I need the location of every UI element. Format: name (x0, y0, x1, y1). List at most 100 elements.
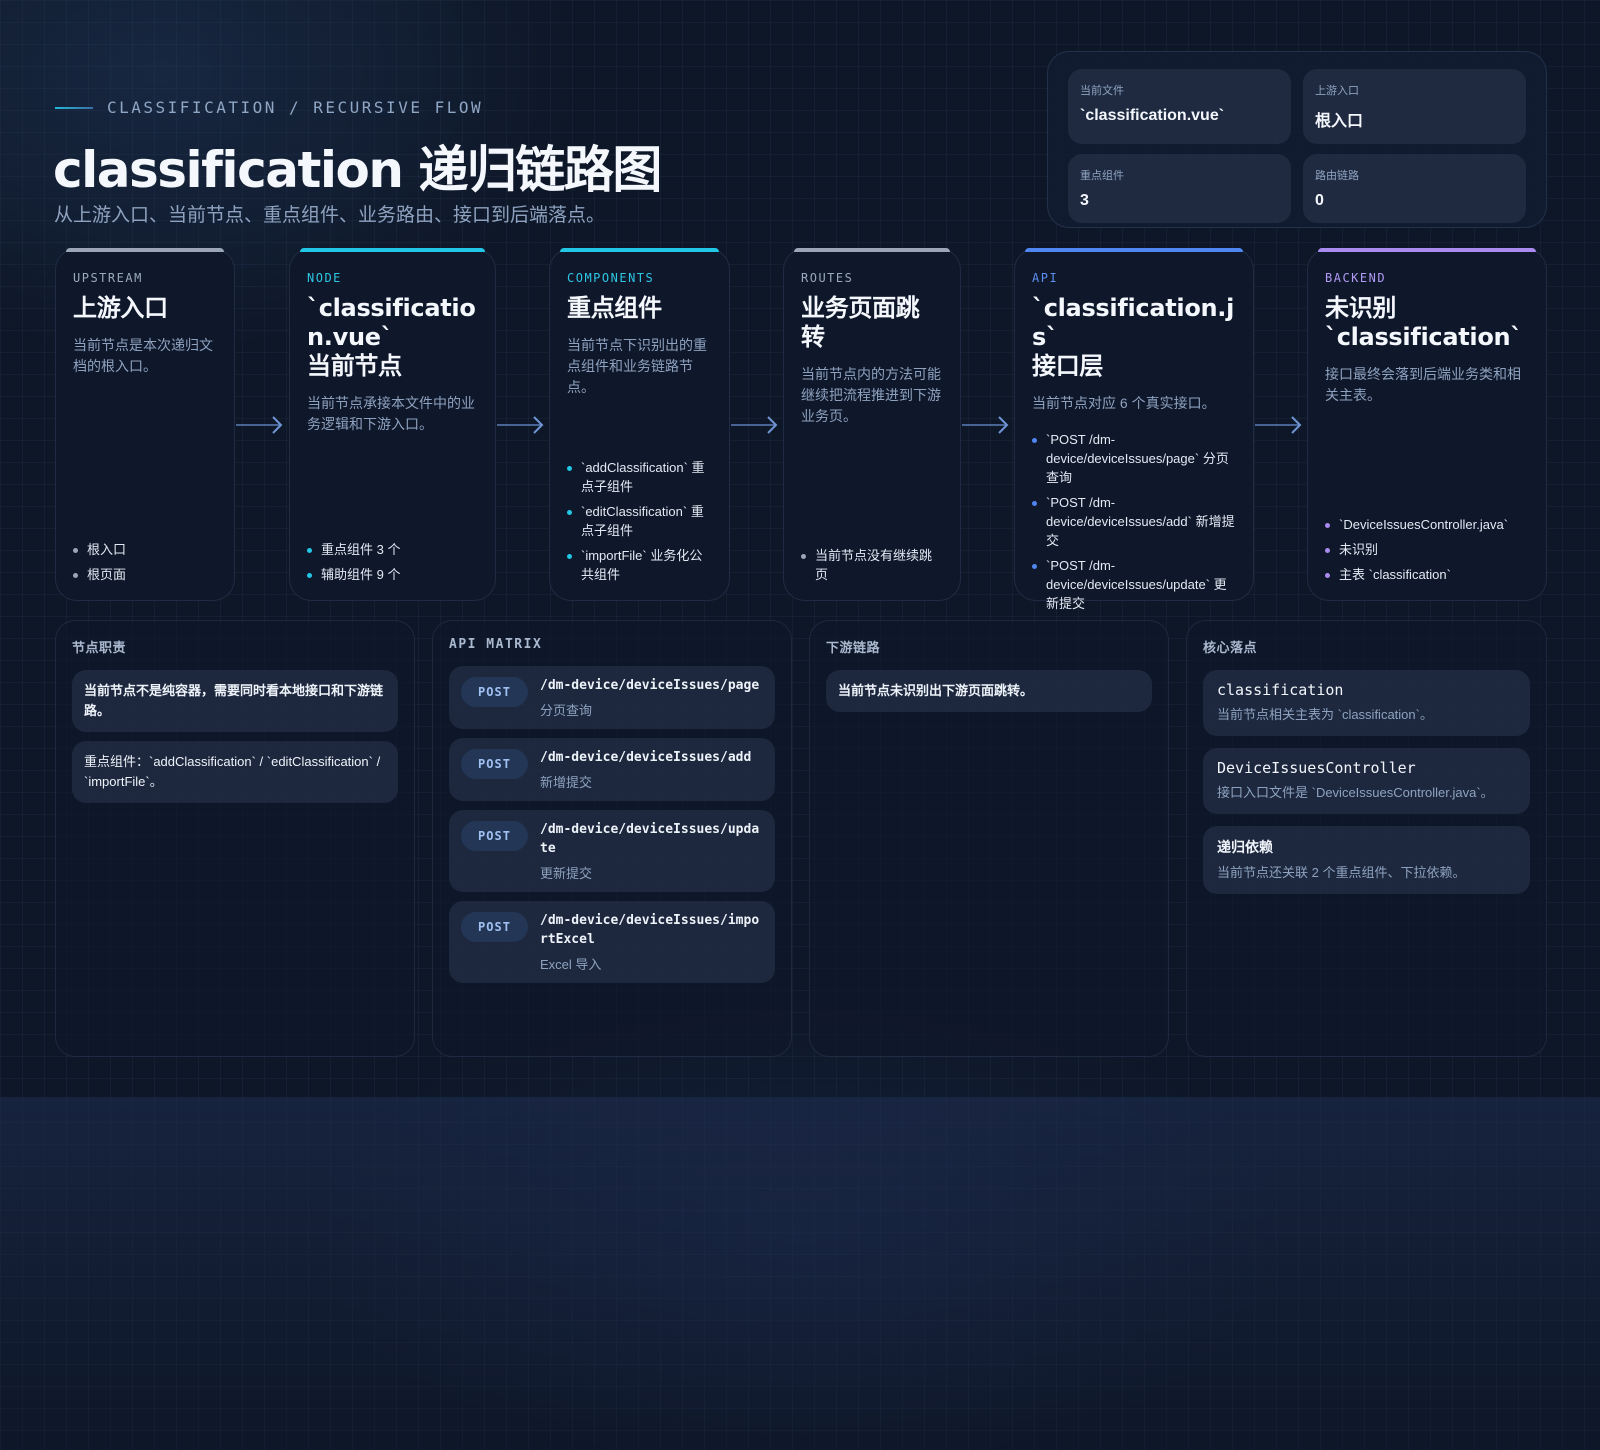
list-item: `addClassification` 重点子组件 (567, 458, 712, 496)
card-title: 重点组件 (567, 294, 662, 322)
api-desc: 分页查询 (540, 703, 593, 718)
api-row[interactable]: POST /dm-device/deviceIssues/add 新增提交 (449, 738, 775, 801)
stat-label: 当前文件 (1080, 85, 1124, 97)
stat-value: 根入口 (1315, 113, 1364, 130)
stat-value: `classification.vue` (1080, 107, 1225, 124)
card-title-line: 当前节点 (307, 352, 402, 380)
card-tag: API (1032, 271, 1059, 285)
card-title-line: 未识别 (1325, 294, 1397, 322)
method-badge: POST (461, 749, 528, 779)
api-path: /dm-device/deviceIssues/importExcel (540, 913, 760, 947)
card-title-line: `classification.vue` (307, 294, 476, 351)
card-desc: 接口最终会落到后端业务类和相关主表。 (1325, 366, 1521, 403)
list-item: 根页面 (73, 565, 217, 584)
core-desc: 当前节点还关联 2 个重点组件、下拉依赖。 (1217, 865, 1466, 880)
flow-arrow-icon (497, 415, 545, 435)
flow-arrow-icon (1255, 415, 1303, 435)
card-tag: ROUTES (801, 271, 854, 285)
note-item: 重点组件：`addClassification` / `editClassifi… (72, 741, 398, 803)
card-bullet-list: `DeviceIssuesController.java` 未识别 主表 `cl… (1325, 509, 1529, 584)
flow-card-upstream: UPSTREAM 上游入口 当前节点是本次递归文档的根入口。 根入口 根页面 (55, 248, 235, 601)
api-row[interactable]: POST /dm-device/deviceIssues/update 更新提交 (449, 810, 775, 892)
card-desc: 当前节点内的方法可能继续把流程推进到下游业务页。 (801, 366, 941, 424)
card-bullet-list: 根入口 根页面 (73, 534, 217, 584)
panel-title: 下游链路 (826, 640, 881, 655)
api-info: /dm-device/deviceIssues/page 分页查询 (540, 676, 759, 719)
core-item: classification 当前节点相关主表为 `classification… (1203, 670, 1530, 736)
stat-routes: 路由链路 0 (1303, 154, 1526, 223)
card-tag: UPSTREAM (73, 271, 143, 285)
flow-card-routes: ROUTES 业务页面跳转 当前节点内的方法可能继续把流程推进到下游业务页。 当… (783, 248, 961, 601)
list-item: 根入口 (73, 540, 217, 559)
list-item: 辅助组件 9 个 (307, 565, 478, 584)
core-name: classification (1217, 681, 1344, 699)
method-badge: POST (461, 912, 528, 942)
card-bullet-list: `addClassification` 重点子组件 `editClassific… (567, 452, 712, 584)
page-root: CLASSIFICATION / RECURSIVE FLOW classifi… (0, 0, 1600, 1450)
core-desc: 接口入口文件是 `DeviceIssuesController.java`。 (1217, 785, 1494, 800)
list-item: `editClassification` 重点子组件 (567, 502, 712, 540)
card-tag: BACKEND (1325, 271, 1387, 285)
api-row[interactable]: POST /dm-device/deviceIssues/page 分页查询 (449, 666, 775, 729)
card-desc: 当前节点下识别出的重点组件和业务链路节点。 (567, 337, 707, 395)
panel-node-duties: 节点职责 当前节点不是纯容器，需要同时看本地接口和下游链路。 重点组件：`add… (55, 620, 415, 1057)
stat-label: 路由链路 (1315, 170, 1359, 182)
note-item: 当前节点不是纯容器，需要同时看本地接口和下游链路。 (72, 670, 398, 732)
card-title-line: `classification` (1325, 323, 1523, 351)
page-title: classification 递归链路图 (53, 141, 662, 199)
note-item: 当前节点未识别出下游页面跳转。 (826, 670, 1152, 712)
eyebrow-line (55, 106, 93, 109)
page-subtitle: 从上游入口、当前节点、重点组件、业务路由、接口到后端落点。 (54, 205, 606, 226)
list-item: `POST /dm-device/deviceIssues/add` 新增提交 (1032, 493, 1236, 550)
eyebrow: CLASSIFICATION / RECURSIVE FLOW (55, 98, 483, 117)
api-desc: Excel 导入 (540, 957, 602, 972)
card-tag: COMPONENTS (567, 271, 655, 285)
flow-arrow-icon (731, 415, 779, 435)
card-title-line: `classification.js` (1032, 294, 1235, 351)
flow-arrow-icon (962, 415, 1010, 435)
card-title: `classification.vue` 当前节点 (307, 294, 478, 381)
panel-downstream: 下游链路 当前节点未识别出下游页面跳转。 (809, 620, 1169, 1057)
card-desc: 当前节点是本次递归文档的根入口。 (73, 337, 213, 374)
flow-card-node: NODE `classification.vue` 当前节点 当前节点承接本文件… (289, 248, 496, 601)
api-path: /dm-device/deviceIssues/update (540, 822, 760, 856)
stat-label: 重点组件 (1080, 170, 1124, 182)
api-desc: 新增提交 (540, 775, 593, 790)
api-desc: 更新提交 (540, 866, 593, 881)
card-title: `classification.js` 接口层 (1032, 294, 1236, 381)
card-bullet-list: `POST /dm-device/deviceIssues/page` 分页查询… (1032, 424, 1236, 613)
api-row[interactable]: POST /dm-device/deviceIssues/importExcel… (449, 901, 775, 983)
list-item: 主表 `classification` (1325, 565, 1529, 584)
panel-core: 核心落点 classification 当前节点相关主表为 `classific… (1186, 620, 1547, 1057)
list-item: `DeviceIssuesController.java` (1325, 515, 1529, 534)
api-info: /dm-device/deviceIssues/update 更新提交 (540, 820, 763, 882)
list-item: 未识别 (1325, 540, 1529, 559)
stat-label: 上游入口 (1315, 85, 1359, 97)
method-badge: POST (461, 677, 528, 707)
panel-title: API MATRIX (449, 637, 543, 652)
stat-panel: 当前文件 `classification.vue` 上游入口 根入口 重点组件 … (1047, 51, 1547, 228)
panel-title: 节点职责 (72, 640, 127, 655)
card-bullet-list: 重点组件 3 个 辅助组件 9 个 (307, 534, 478, 584)
stat-key-components: 重点组件 3 (1068, 154, 1291, 223)
api-info: /dm-device/deviceIssues/importExcel Exce… (540, 911, 763, 973)
card-bullet-list: 当前节点没有继续跳页 (801, 540, 943, 584)
card-title-line: 接口层 (1032, 352, 1104, 380)
core-item: 递归依赖 当前节点还关联 2 个重点组件、下拉依赖。 (1203, 826, 1530, 894)
api-info: /dm-device/deviceIssues/add 新增提交 (540, 748, 751, 791)
core-name: DeviceIssuesController (1217, 759, 1416, 777)
list-item: `importFile` 业务化公共组件 (567, 546, 712, 584)
core-item: DeviceIssuesController 接口入口文件是 `DeviceIs… (1203, 748, 1530, 814)
list-item: `POST /dm-device/deviceIssues/update` 更新… (1032, 556, 1236, 613)
list-item: `POST /dm-device/deviceIssues/page` 分页查询 (1032, 430, 1236, 487)
card-title: 未识别 `classification` (1325, 294, 1529, 352)
flow-card-components: COMPONENTS 重点组件 当前节点下识别出的重点组件和业务链路节点。 `a… (549, 248, 730, 601)
flow-arrow-icon (236, 415, 284, 435)
api-path: /dm-device/deviceIssues/page (540, 678, 760, 693)
core-desc: 当前节点相关主表为 `classification`。 (1217, 707, 1433, 722)
panel-api-matrix: API MATRIX POST /dm-device/deviceIssues/… (432, 620, 792, 1057)
card-title: 上游入口 (73, 294, 168, 322)
list-item: 当前节点没有继续跳页 (801, 546, 943, 584)
eyebrow-text: CLASSIFICATION / RECURSIVE FLOW (107, 98, 484, 117)
stat-upstream: 上游入口 根入口 (1303, 69, 1526, 144)
